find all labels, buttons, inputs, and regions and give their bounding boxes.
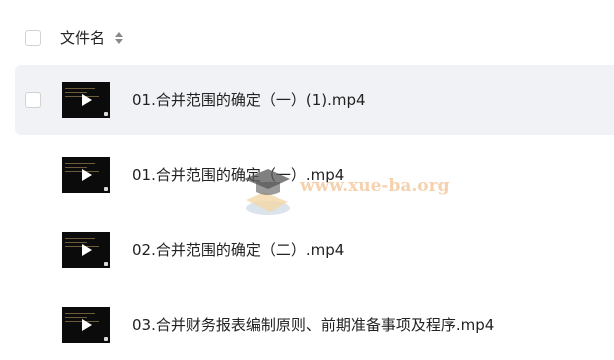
file-row[interactable]: 01.合并范围的确定（一）.mp4 [15,140,614,210]
thumbnail-presenter-avatar [104,337,108,341]
sort-updown-icon[interactable] [114,30,124,46]
file-name[interactable]: 01.合并范围的确定（一）.mp4 [132,164,344,186]
thumbnail-text-line [65,92,87,93]
file-name[interactable]: 03.合并财务报表编制原则、前期准备事项及程序.mp4 [132,314,494,336]
file-name[interactable]: 02.合并范围的确定（二）.mp4 [132,239,344,261]
video-thumbnail[interactable] [62,232,110,268]
thumbnail-presenter-avatar [104,187,108,191]
file-row[interactable]: 01.合并范围的确定（一）(1).mp4 [15,65,614,135]
file-row[interactable]: 02.合并范围的确定（二）.mp4 [15,215,614,285]
play-icon [82,244,92,256]
file-row[interactable]: 03.合并财务报表编制原则、前期准备事项及程序.mp4 [15,290,614,360]
video-thumbnail[interactable] [62,157,110,193]
thumbnail-presenter-avatar [104,112,108,116]
thumbnail-text-line [65,163,95,164]
video-thumbnail[interactable] [62,82,110,118]
thumbnail-text-line [65,88,95,89]
play-icon [82,169,92,181]
select-all-checkbox[interactable] [25,30,41,46]
file-row-checkbox[interactable] [25,92,41,108]
thumbnail-text-line [65,238,95,239]
video-thumbnail[interactable] [62,307,110,343]
thumbnail-text-line [65,242,87,243]
thumbnail-text-line [65,317,87,318]
play-icon [82,319,92,331]
thumbnail-text-line [65,167,87,168]
column-header-filename[interactable]: 文件名 [60,28,105,48]
play-icon [82,94,92,106]
thumbnail-presenter-avatar [104,262,108,266]
file-name[interactable]: 01.合并范围的确定（一）(1).mp4 [132,89,366,111]
thumbnail-text-line [65,313,95,314]
